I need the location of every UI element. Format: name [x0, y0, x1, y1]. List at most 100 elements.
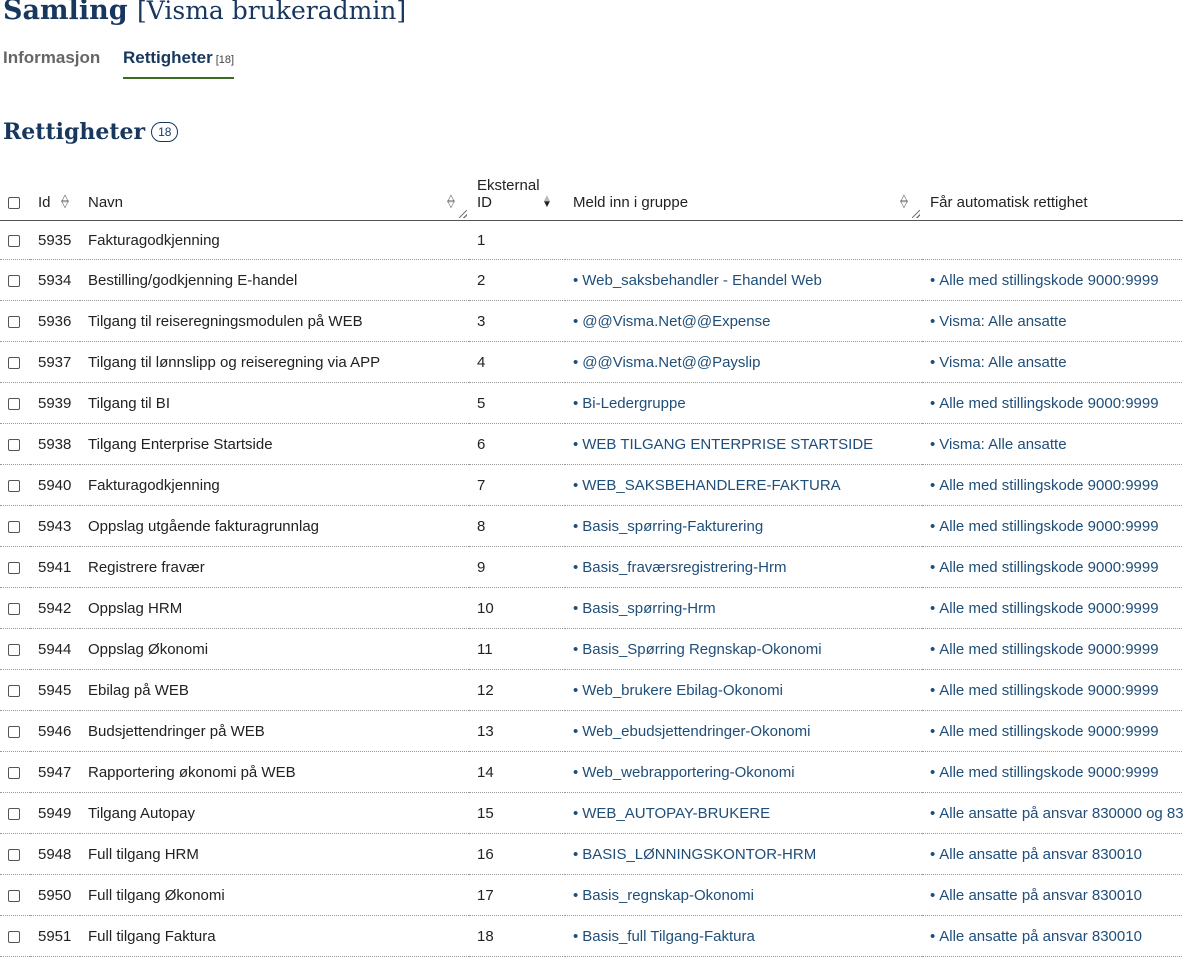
cell-id: 5941 [30, 546, 80, 588]
group-link[interactable]: Web_saksbehandler - Ehandel Web [582, 272, 822, 289]
row-checkbox[interactable] [8, 766, 20, 779]
row-checkbox[interactable] [8, 234, 20, 247]
cell-external-id: 13 [469, 710, 565, 752]
cell-external-id: 8 [469, 505, 565, 547]
group-link[interactable]: Basis_fraværsregistrering-Hrm [582, 559, 786, 576]
auto-rule-link[interactable]: Alle med stillingskode 9000:9999 [939, 764, 1158, 781]
row-select-cell [0, 546, 30, 588]
group-link[interactable]: Web_webrapportering-Okonomi [582, 764, 794, 781]
table-row: 5934 Bestilling/godkjenning E-handel 2 • Web… [0, 259, 1183, 301]
row-checkbox[interactable] [8, 561, 20, 574]
row-checkbox[interactable] [8, 315, 20, 328]
auto-rule-link[interactable]: Alle ansatte på ansvar 830010 [939, 846, 1142, 863]
row-checkbox[interactable] [8, 274, 20, 287]
tab-informasjon[interactable]: Informasjon [3, 48, 100, 78]
row-checkbox[interactable] [8, 356, 20, 369]
auto-rule-link[interactable]: Alle med stillingskode 9000:9999 [939, 395, 1158, 412]
group-link[interactable]: Web_brukere Ebilag-Okonomi [582, 682, 783, 699]
resize-name-icon[interactable] [459, 210, 467, 218]
row-checkbox[interactable] [8, 397, 20, 410]
cell-name: Budsjettendringer på WEB [80, 710, 469, 752]
cell-external-id: 12 [469, 669, 565, 711]
bullet-icon: • [573, 763, 579, 781]
auto-rule-link[interactable]: Alle med stillingskode 9000:9999 [939, 477, 1158, 494]
group-link[interactable]: WEB TILGANG ENTERPRISE STARTSIDE [582, 436, 873, 453]
row-checkbox[interactable] [8, 479, 20, 492]
auto-rule-link[interactable]: Alle med stillingskode 9000:9999 [939, 559, 1158, 576]
bullet-icon: • [573, 681, 579, 699]
bullet-icon: • [930, 927, 936, 945]
auto-rule-link[interactable]: Alle ansatte på ansvar 830000 og 830010 [939, 805, 1183, 822]
row-checkbox[interactable] [8, 889, 20, 902]
auto-rule-link[interactable]: Visma: Alle ansatte [939, 436, 1066, 453]
auto-rule-link[interactable]: Alle med stillingskode 9000:9999 [939, 641, 1158, 658]
cell-auto: • Alle med stillingskode 9000:9999 [922, 505, 1183, 547]
group-link[interactable]: Basis_spørring-Fakturering [582, 518, 763, 535]
row-select-cell [0, 505, 30, 547]
group-link[interactable]: Bi-Ledergruppe [582, 395, 685, 412]
select-all-cell [0, 163, 30, 221]
cell-external-id: 10 [469, 587, 565, 629]
bullet-icon: • [930, 517, 936, 535]
row-select-cell [0, 464, 30, 506]
cell-name: Rapportering økonomi på WEB [80, 751, 469, 793]
auto-rule-link[interactable]: Visma: Alle ansatte [939, 354, 1066, 371]
row-select-cell [0, 341, 30, 383]
group-link[interactable]: Basis_spørring-Hrm [582, 600, 715, 617]
bullet-icon: • [573, 886, 579, 904]
cell-group: • BASIS_LØNNINGSKONTOR-HRM [565, 833, 922, 875]
rights-table: Id △ ▽ Navn △ ▽ Eksternal ID ▲ ▼ Meld inn i… [0, 163, 1183, 957]
group-link[interactable]: @@Visma.Net@@Payslip [582, 354, 760, 371]
cell-id: 5942 [30, 587, 80, 629]
cell-group: • Basis_spørring-Hrm [565, 587, 922, 629]
auto-rule-link[interactable]: Alle med stillingskode 9000:9999 [939, 723, 1158, 740]
cell-group: • Web_brukere Ebilag-Okonomi [565, 669, 922, 711]
auto-rule-link[interactable]: Alle med stillingskode 9000:9999 [939, 518, 1158, 535]
row-checkbox[interactable] [8, 602, 20, 615]
row-checkbox[interactable] [8, 807, 20, 820]
auto-rule-link[interactable]: Alle med stillingskode 9000:9999 [939, 600, 1158, 617]
cell-auto: •Alle ansatte på ansvar 830000 og 830010 [922, 792, 1183, 834]
resize-group-icon[interactable] [912, 210, 920, 218]
group-link[interactable]: WEB_SAKSBEHANDLERE-FAKTURA [582, 477, 840, 494]
auto-rule-link[interactable]: Visma: Alle ansatte [939, 313, 1066, 330]
row-checkbox[interactable] [8, 848, 20, 861]
table-row: 5939 Tilgang til BI 5 • Bi-Ledergruppe • Alle … [0, 382, 1183, 424]
sort-external-id-icon[interactable]: ▲ ▼ [541, 194, 553, 210]
auto-rule-link[interactable]: Alle med stillingskode 9000:9999 [939, 272, 1158, 289]
group-link[interactable]: WEB_AUTOPAY-BRUKERE [582, 805, 770, 822]
row-checkbox[interactable] [8, 520, 20, 533]
group-link[interactable]: BASIS_LØNNINGSKONTOR-HRM [582, 846, 816, 863]
row-checkbox[interactable] [8, 643, 20, 656]
sort-group-icon[interactable]: △ ▽ [898, 194, 910, 210]
group-link[interactable]: Basis_full Tilgang-Faktura [582, 928, 755, 945]
row-checkbox[interactable] [8, 438, 20, 451]
group-link[interactable]: Web_ebudsjettendringer-Okonomi [582, 723, 810, 740]
auto-rule-link[interactable]: Alle med stillingskode 9000:9999 [939, 682, 1158, 699]
bullet-icon: • [930, 804, 936, 822]
cell-id: 5938 [30, 423, 80, 465]
cell-external-id: 5 [469, 382, 565, 424]
row-checkbox[interactable] [8, 930, 20, 943]
select-all-checkbox[interactable] [8, 197, 20, 210]
cell-auto: • Alle med stillingskode 9000:9999 [922, 587, 1183, 629]
group-link[interactable]: Basis_regnskap-Okonomi [582, 887, 754, 904]
cell-id: 5946 [30, 710, 80, 752]
sort-id-icon[interactable]: △ ▽ [59, 194, 71, 210]
table-row: 5936 Tilgang til reiseregningsmodulen på … [0, 300, 1183, 342]
group-link[interactable]: @@Visma.Net@@Expense [582, 313, 770, 330]
table-row: 5949 Tilgang Autopay 15 • WEB_AUTOPAY-BRUKER… [0, 792, 1183, 834]
auto-rule-link[interactable]: Alle ansatte på ansvar 830010 [939, 928, 1142, 945]
row-select-cell [0, 300, 30, 342]
row-checkbox[interactable] [8, 684, 20, 697]
cell-id: 5951 [30, 915, 80, 957]
sort-name-icon[interactable]: △ ▽ [445, 194, 457, 210]
auto-rule-link[interactable]: Alle ansatte på ansvar 830010 [939, 887, 1142, 904]
tab-rettigheter[interactable]: Rettigheter [18] [123, 48, 235, 79]
column-header-id-label: Id [38, 194, 51, 211]
column-header-auto: Får automatisk rettighet [922, 163, 1183, 221]
row-checkbox[interactable] [8, 725, 20, 738]
bullet-icon: • [573, 558, 579, 576]
cell-name: Tilgang til lønnslipp og reiseregning vi… [80, 341, 469, 383]
group-link[interactable]: Basis_Spørring Regnskap-Okonomi [582, 641, 821, 658]
